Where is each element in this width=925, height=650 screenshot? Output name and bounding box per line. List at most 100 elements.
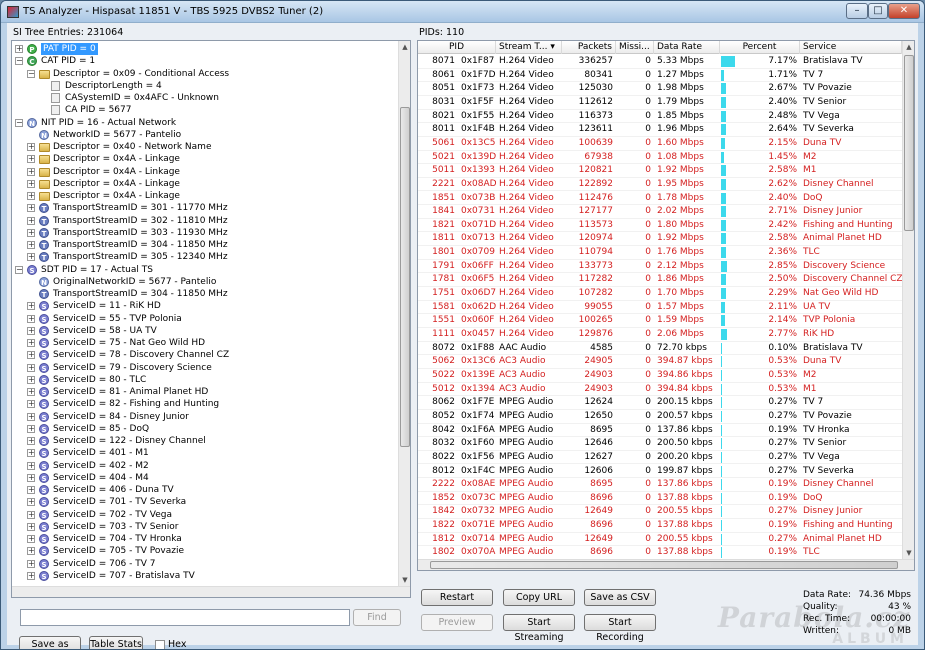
expand-icon[interactable]: + <box>27 228 35 237</box>
tree-node[interactable]: + Descriptor = 0x4A - Linkage <box>12 153 398 165</box>
table-row[interactable]: 1842 0x0732 MPEG Audio 12649 0 200.55 kbps 0.2… <box>418 505 902 520</box>
tree-node[interactable]: DescriptorLength = 4 <box>12 80 398 92</box>
table-row[interactable]: 1781 0x06F5 H.264 Video 117282 0 1.86 Mbps 2.5… <box>418 273 902 288</box>
maximize-button[interactable]: □ <box>868 3 888 19</box>
table-row[interactable]: 1551 0x060F H.264 Video 100265 0 1.59 Mbps 2.1… <box>418 314 902 328</box>
expand-icon[interactable]: + <box>27 522 35 531</box>
expand-icon[interactable]: + <box>27 155 35 164</box>
expand-icon[interactable]: + <box>27 326 35 335</box>
expand-icon[interactable]: + <box>27 424 35 433</box>
column-header-missing[interactable]: Missi... <box>616 41 654 54</box>
table-row[interactable]: 1841 0x0731 H.264 Video 127177 0 2.02 Mbps 2.7… <box>418 205 902 219</box>
tree-node[interactable]: CASystemID = 0x4AFC - Unknown <box>12 92 398 104</box>
table-row[interactable]: 2222 0x08AE MPEG Audio 8695 0 137.86 kbps 0.19… <box>418 478 902 492</box>
tree-node[interactable]: + S ServiceID = 703 - TV Senior <box>12 521 398 533</box>
tree-node[interactable]: CA PID = 5677 <box>12 104 398 116</box>
tree-node[interactable]: − N NIT PID = 16 - Actual Network <box>12 117 398 129</box>
expand-icon[interactable]: + <box>27 363 35 372</box>
table-scroll-thumb[interactable] <box>904 55 914 231</box>
collapse-icon[interactable]: − <box>15 57 23 66</box>
expand-icon[interactable]: + <box>27 510 35 519</box>
table-row[interactable]: 8032 0x1F60 MPEG Audio 12646 0 200.50 kbps 0.2… <box>418 437 902 451</box>
find-input[interactable] <box>20 609 350 626</box>
tree-node[interactable]: + S ServiceID = 82 - Fishing and Hunting <box>12 398 398 410</box>
si-tree[interactable]: + P PAT PID = 0− C CAT PID = 1− Descriptor = … <box>11 40 411 598</box>
table-row[interactable]: 5012 0x1394 AC3 Audio 24903 0 394.84 kbps 0.53… <box>418 383 902 397</box>
table-row[interactable]: 1852 0x073C MPEG Audio 8696 0 137.88 kbps 0.19… <box>418 492 902 506</box>
tree-node[interactable]: + S ServiceID = 55 - TVP Polonia <box>12 313 398 325</box>
table-row[interactable]: 8042 0x1F6A MPEG Audio 8695 0 137.86 kbps 0.19… <box>418 424 902 438</box>
tree-node[interactable]: + S ServiceID = 85 - DoQ <box>12 423 398 435</box>
hex-checkbox[interactable] <box>155 640 165 649</box>
tree-node[interactable]: + S ServiceID = 701 - TV Severka <box>12 496 398 508</box>
tree-node[interactable]: + T TransportStreamID = 301 - 11770 MHz <box>12 202 398 214</box>
expand-icon[interactable]: + <box>27 388 35 396</box>
tree-node[interactable]: + Descriptor = 0x4A - Linkage <box>12 166 398 178</box>
expand-icon[interactable]: + <box>27 412 35 421</box>
expand-icon[interactable]: + <box>27 535 35 543</box>
title-bar[interactable]: TS Analyzer - Hispasat 11851 V - TBS 592… <box>1 1 924 23</box>
expand-icon[interactable]: + <box>27 473 35 482</box>
tree-node[interactable]: + Descriptor = 0x40 - Network Name <box>12 141 398 153</box>
tree-node[interactable]: + S ServiceID = 706 - TV 7 <box>12 558 398 570</box>
table-row[interactable]: 1801 0x0709 H.264 Video 110794 0 1.76 Mbps 2.3… <box>418 246 902 260</box>
expand-icon[interactable]: + <box>27 375 35 384</box>
table-row[interactable]: 1812 0x0714 MPEG Audio 12649 0 200.55 kbps 0.2… <box>418 533 902 547</box>
expand-icon[interactable]: + <box>27 302 35 311</box>
copy-url-button[interactable]: Copy URL <box>503 589 575 606</box>
tree-node[interactable]: N NetworkID = 5677 - Pantelio <box>12 129 398 141</box>
tree-node[interactable]: + T TransportStreamID = 302 - 11810 MHz <box>12 215 398 227</box>
expand-icon[interactable]: + <box>27 400 35 409</box>
table-row[interactable]: 1581 0x062D H.264 Video 99055 0 1.57 Mbps 2.11… <box>418 301 902 315</box>
table-scroll-down-icon[interactable]: ▼ <box>903 547 914 559</box>
close-button[interactable]: ✕ <box>888 3 920 19</box>
expand-icon[interactable]: + <box>27 339 35 347</box>
expand-icon[interactable]: + <box>27 449 35 458</box>
expand-icon[interactable]: + <box>27 559 35 568</box>
table-row[interactable]: 1821 0x071D H.264 Video 113573 0 1.80 Mbps 2.4… <box>418 219 902 233</box>
tree-node[interactable]: + S ServiceID = 702 - TV Vega <box>12 509 398 521</box>
table-row[interactable]: 8022 0x1F56 MPEG Audio 12627 0 200.20 kbps 0.2… <box>418 451 902 465</box>
table-row[interactable]: 1851 0x073B H.264 Video 112476 0 1.78 Mbps 2.4… <box>418 192 902 206</box>
minimize-button[interactable]: – <box>846 3 868 19</box>
expand-icon[interactable]: + <box>27 498 35 507</box>
tree-node[interactable]: + S ServiceID = 75 - Nat Geo Wild HD <box>12 337 398 349</box>
column-header-data-rate[interactable]: Data Rate <box>654 41 720 54</box>
table-stats-button[interactable]: Table Stats <box>89 636 143 649</box>
collapse-icon[interactable]: − <box>15 265 23 274</box>
tree-node[interactable]: + S ServiceID = 402 - M2 <box>12 460 398 472</box>
tree-node[interactable]: − Descriptor = 0x09 - Conditional Access <box>12 68 398 80</box>
table-row[interactable]: 8021 0x1F55 H.264 Video 116373 0 1.85 Mbps 2.4… <box>418 110 902 124</box>
tree-scroll-thumb[interactable] <box>400 107 410 447</box>
tree-node[interactable]: + P PAT PID = 0 <box>12 43 398 55</box>
tree-node[interactable]: + S ServiceID = 84 - Disney Junior <box>12 411 398 423</box>
tree-node[interactable]: + S ServiceID = 707 - Bratislava TV <box>12 570 398 582</box>
tree-node[interactable]: T TransportStreamID = 304 - 11850 MHz <box>12 288 398 300</box>
tree-node[interactable]: + S ServiceID = 80 - TLC <box>12 374 398 386</box>
expand-icon[interactable]: + <box>27 179 35 188</box>
start-recording-button[interactable]: Start Recording <box>584 614 656 643</box>
tree-node[interactable]: − S SDT PID = 17 - Actual TS <box>12 264 398 276</box>
expand-icon[interactable]: + <box>27 167 35 176</box>
table-scroll-up-icon[interactable]: ▲ <box>903 41 914 53</box>
pids-table[interactable]: PID Stream T... ▾ Packets Missi... Data … <box>417 40 915 571</box>
table-row[interactable]: 8051 0x1F73 H.264 Video 125030 0 1.98 Mbps 2.6… <box>418 82 902 96</box>
expand-icon[interactable]: + <box>27 437 35 445</box>
expand-icon[interactable]: + <box>27 351 35 360</box>
table-row[interactable]: 1811 0x0713 H.264 Video 120974 0 1.92 Mbps 2.5… <box>418 232 902 247</box>
table-vertical-scrollbar[interactable]: ▲ ▼ <box>902 41 914 559</box>
expand-icon[interactable]: + <box>15 45 23 53</box>
table-horizontal-scrollbar[interactable] <box>418 559 914 570</box>
table-row[interactable]: 8011 0x1F4B H.264 Video 123611 0 1.96 Mbps 2.6… <box>418 123 902 137</box>
scroll-up-icon[interactable]: ▲ <box>399 41 410 53</box>
tree-node[interactable]: + S ServiceID = 705 - TV Povazie <box>12 545 398 557</box>
table-row[interactable]: 8071 0x1F87 H.264 Video 336257 0 5.33 Mbps 7.1… <box>418 55 902 69</box>
scroll-down-icon[interactable]: ▼ <box>399 574 410 586</box>
expand-icon[interactable]: + <box>27 461 35 470</box>
table-row[interactable]: 5062 0x13C6 AC3 Audio 24905 0 394.87 kbps 0.53… <box>418 355 902 369</box>
expand-icon[interactable]: + <box>27 192 35 200</box>
collapse-icon[interactable]: − <box>27 69 35 78</box>
tree-node[interactable]: + S ServiceID = 406 - Duna TV <box>12 484 398 496</box>
tree-node[interactable]: + T TransportStreamID = 305 - 12340 MHz <box>12 251 398 263</box>
column-header-packets[interactable]: Packets <box>562 41 616 54</box>
